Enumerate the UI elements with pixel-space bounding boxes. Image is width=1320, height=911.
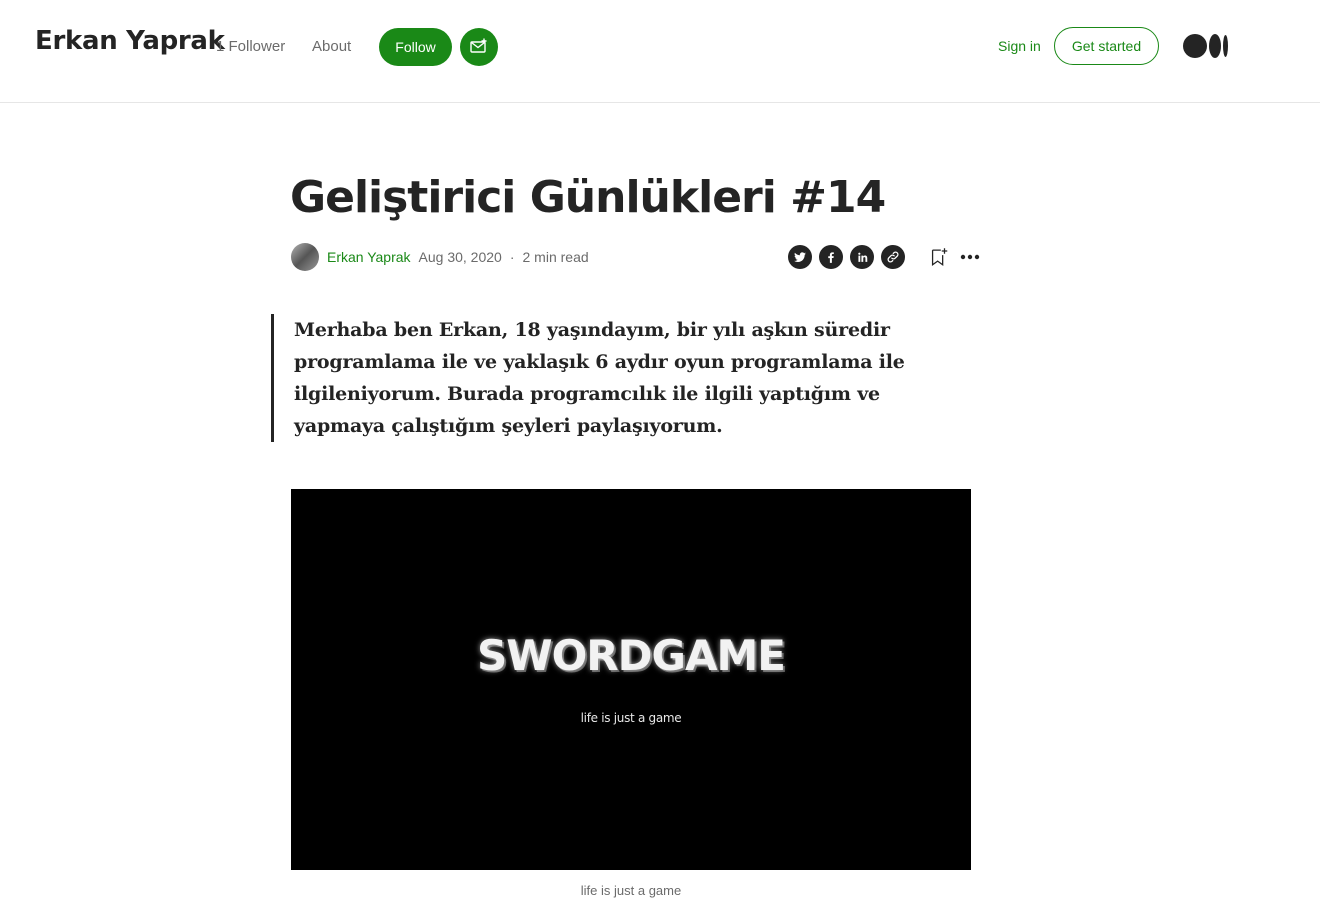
byline: Erkan Yaprak Aug 30, 2020 · 2 min read [291, 243, 589, 271]
linkedin-icon[interactable] [850, 245, 874, 269]
read-time: 2 min read [522, 249, 589, 265]
avatar[interactable] [291, 243, 319, 271]
subscribe-button[interactable] [460, 28, 498, 66]
byline-separator: · [509, 249, 515, 265]
followers-link[interactable]: 1 Follower [216, 38, 285, 55]
article-title: Geliştirici Günlükleri #14 [290, 172, 886, 223]
article-actions [788, 245, 982, 269]
image-game-title: SWORDGAME [477, 631, 786, 680]
top-bar: Erkan Yaprak 1 Follower About Follow Sig… [0, 0, 1320, 103]
get-started-button[interactable]: Get started [1054, 27, 1159, 65]
twitter-icon[interactable] [788, 245, 812, 269]
author-link[interactable]: Erkan Yaprak [327, 249, 411, 265]
subscribe-mail-icon [470, 38, 487, 53]
facebook-icon[interactable] [819, 245, 843, 269]
bookmark-icon[interactable] [927, 245, 951, 269]
follow-button[interactable]: Follow [379, 28, 452, 66]
publish-date: Aug 30, 2020 [418, 249, 502, 265]
site-title[interactable]: Erkan Yaprak [35, 26, 225, 56]
image-game-tagline: life is just a game [580, 711, 682, 725]
image-caption: life is just a game [580, 883, 682, 898]
article-image[interactable]: SWORDGAME life is just a game [291, 489, 971, 870]
intro-quote: Merhaba ben Erkan, 18 yaşındayım, bir yı… [271, 314, 973, 442]
more-icon[interactable] [958, 245, 982, 269]
medium-logo[interactable] [1183, 33, 1229, 59]
link-icon[interactable] [881, 245, 905, 269]
sign-in-link[interactable]: Sign in [998, 38, 1041, 54]
intro-quote-text: Merhaba ben Erkan, 18 yaşındayım, bir yı… [294, 319, 905, 437]
about-link[interactable]: About [312, 38, 351, 55]
